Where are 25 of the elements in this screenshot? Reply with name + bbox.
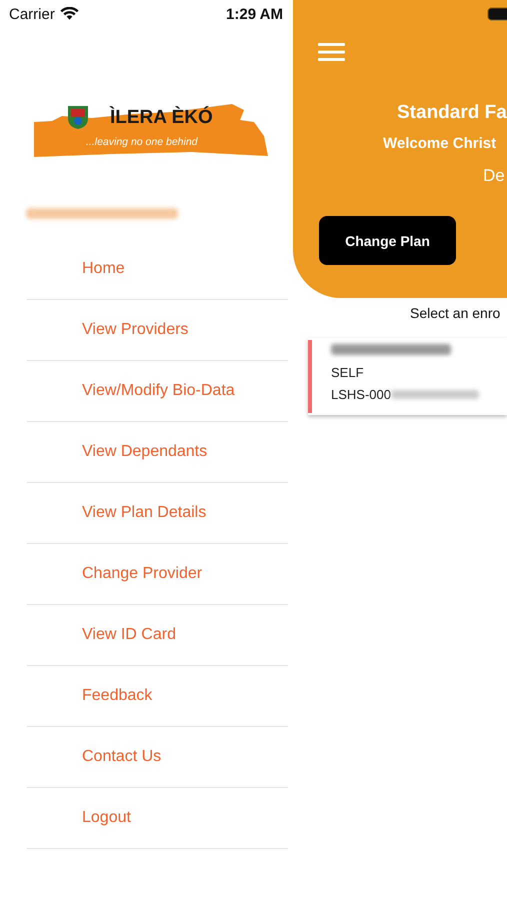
battery-icon (487, 7, 507, 21)
menu-item[interactable]: Contact Us (27, 727, 288, 788)
carrier-label: Carrier (9, 6, 55, 22)
welcome-text: Welcome Christ (383, 135, 498, 152)
menu-item[interactable]: Home (27, 239, 288, 300)
menu-icon[interactable] (318, 43, 345, 61)
member-id: LSHS-000 (331, 387, 391, 402)
menu-item[interactable]: View Plan Details (27, 483, 288, 544)
logo-tagline: ...leaving no one behind (86, 136, 198, 148)
menu-item[interactable]: View Dependants (27, 422, 288, 483)
menu-item[interactable]: Feedback (27, 666, 288, 727)
menu-item[interactable]: View/Modify Bio-Data (27, 361, 288, 422)
wifi-icon (60, 7, 79, 21)
prompt-text: Select an enro (410, 305, 502, 321)
plan-title: Standard Fa (397, 102, 507, 124)
relation-label: SELF (331, 365, 365, 380)
clock: 1:29 AM (226, 6, 283, 22)
subtitle: De (483, 166, 506, 186)
menu-item[interactable]: View Providers (27, 300, 288, 361)
menu-item[interactable]: Logout (27, 788, 288, 849)
enrollee-card[interactable]: SELF LSHS-000 (308, 338, 507, 415)
change-plan-button[interactable]: Change Plan (319, 216, 456, 265)
menu-item[interactable]: Change Provider (27, 544, 288, 605)
logo-name: ÌLERA ÈKÓ (110, 107, 213, 129)
menu-item[interactable]: View ID Card (27, 605, 288, 666)
